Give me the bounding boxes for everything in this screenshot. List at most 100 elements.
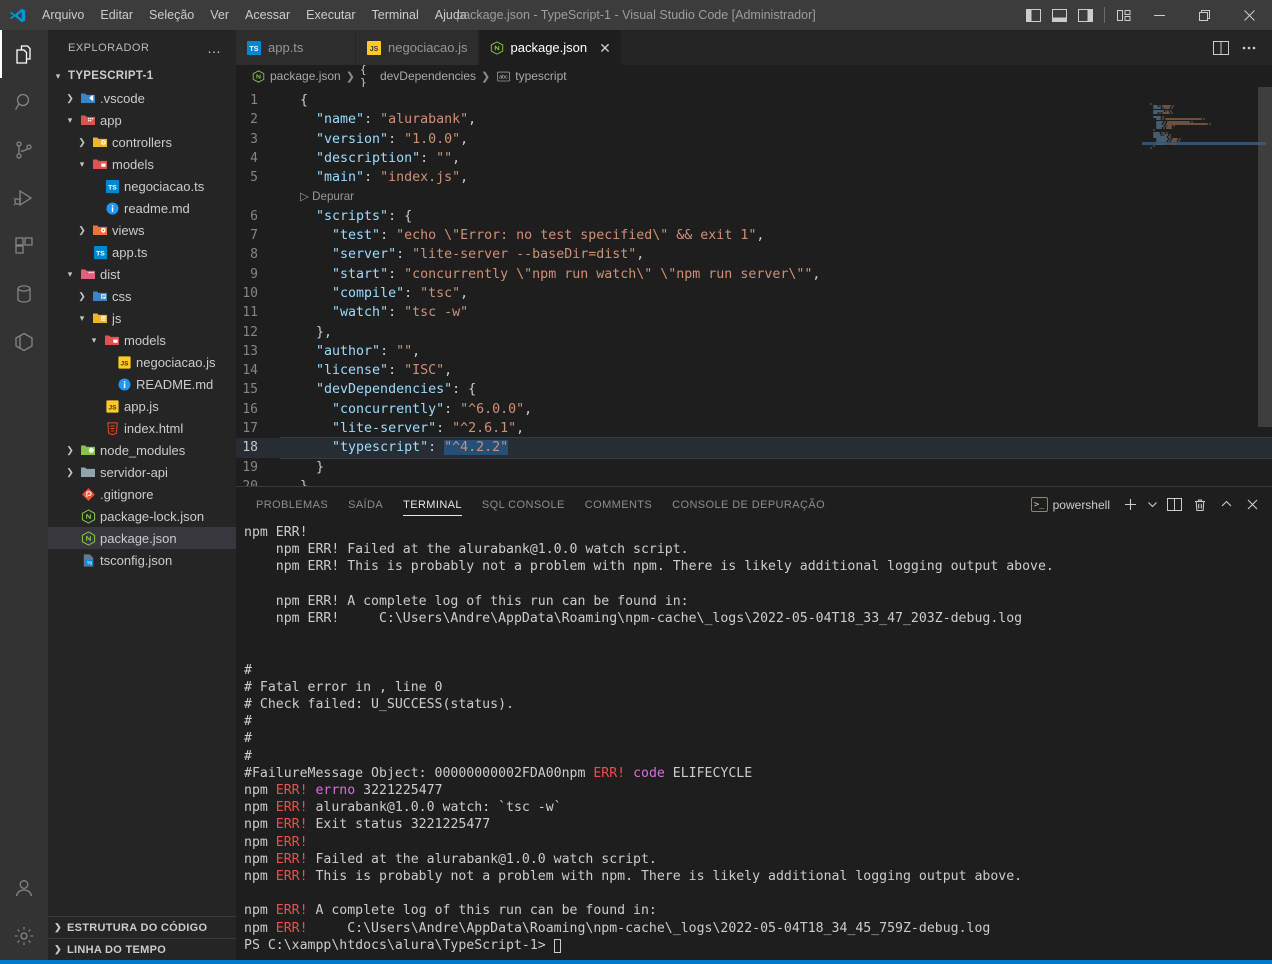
split-editor-icon[interactable] — [1208, 30, 1234, 65]
activity-database-icon[interactable] — [0, 270, 48, 318]
tree-item-js[interactable]: ▾ JS js — [48, 307, 236, 329]
activity-docker-icon[interactable] — [0, 318, 48, 366]
tab-package-json[interactable]: package.json ✕ — [478, 30, 622, 65]
menu-item-ver[interactable]: Ver — [202, 4, 237, 26]
code-line[interactable]: 6 "scripts": { — [236, 207, 1272, 226]
new-terminal-button[interactable] — [1118, 493, 1142, 517]
breadcrumb-item-devdependencies[interactable]: { } devDependencies — [360, 63, 476, 89]
tab-close-icon[interactable]: ✕ — [599, 41, 611, 55]
editor-vertical-scrollbar[interactable] — [1258, 87, 1272, 486]
menu-item-ajuda[interactable]: Ajuda — [427, 4, 475, 26]
activity-run-debug-icon[interactable] — [0, 174, 48, 222]
code-line[interactable]: 20} — [236, 477, 1272, 486]
panel-tab-comments[interactable]: COMMENTS — [585, 491, 652, 518]
tree-root-folder[interactable]: ▾ TYPESCRIPT-1 — [48, 65, 236, 87]
toggle-secondary-sidebar-icon[interactable] — [1072, 0, 1098, 30]
maximize-panel-button[interactable] — [1214, 493, 1238, 517]
maximize-button[interactable] — [1182, 0, 1227, 30]
panel-tab-problemas[interactable]: PROBLEMAS — [256, 491, 328, 518]
explorer-more-actions-icon[interactable]: … — [207, 40, 228, 56]
toggle-primary-sidebar-icon[interactable] — [1020, 0, 1046, 30]
tree-item-readme-md[interactable]: README.md — [48, 373, 236, 395]
code-line[interactable]: 17 "lite-server": "^2.6.1", — [236, 419, 1272, 438]
activity-account-icon[interactable] — [0, 864, 48, 912]
tree-item--gitignore[interactable]: .gitignore — [48, 483, 236, 505]
activity-explorer-icon[interactable] — [0, 30, 48, 78]
section-estrutura-do-codigo[interactable]: ❯ ESTRUTURA DO CÓDIGO — [48, 916, 236, 938]
menu-item-terminal[interactable]: Terminal — [364, 4, 427, 26]
code-line[interactable]: 15 "devDependencies": { — [236, 380, 1272, 399]
panel-tab-console-de-depuracao[interactable]: CONSOLE DE DEPURAÇÃO — [672, 491, 825, 518]
code-editor[interactable]: 1{2 "name": "alurabank", 3 "version": "1.… — [236, 87, 1272, 486]
panel-tab-sql-console[interactable]: SQL CONSOLE — [482, 491, 565, 518]
tree-item-servidor-api[interactable]: ❯ servidor-api — [48, 461, 236, 483]
close-button[interactable] — [1227, 0, 1272, 30]
tree-item-css[interactable]: ❯ css — [48, 285, 236, 307]
tree-item-index-html[interactable]: index.html — [48, 417, 236, 439]
code-line[interactable]: 9 "start": "concurrently \"npm run watch… — [236, 265, 1272, 284]
status-bar[interactable] — [0, 960, 1272, 964]
code-line[interactable]: 18 "typescript": "^4.2.2" — [236, 437, 1272, 459]
tree-item-app-ts[interactable]: TS app.ts — [48, 241, 236, 263]
menu-item-editar[interactable]: Editar — [92, 4, 141, 26]
code-line[interactable]: 4 "description": "", — [236, 149, 1272, 168]
tree-item-dist[interactable]: ▾ dist — [48, 263, 236, 285]
customize-layout-icon[interactable] — [1111, 0, 1137, 30]
code-line[interactable]: 3 "version": "1.0.0", — [236, 130, 1272, 149]
terminal-selector[interactable]: >_ powershell — [1025, 497, 1116, 512]
codelens-label[interactable]: ▷ Depurar — [280, 187, 1272, 206]
tree-item-app[interactable]: ▾ app — [48, 109, 236, 131]
code-line[interactable]: 2 "name": "alurabank", — [236, 110, 1272, 129]
menu-item-selecao[interactable]: Seleção — [141, 4, 202, 26]
tree-item-views[interactable]: ❯ views — [48, 219, 236, 241]
code-line[interactable]: 13 "author": "", — [236, 342, 1272, 361]
tree-item-tsconfig-json[interactable]: TS tsconfig.json — [48, 549, 236, 571]
activity-search-icon[interactable] — [0, 78, 48, 126]
tree-item-negociacao-ts[interactable]: TS negociacao.ts — [48, 175, 236, 197]
menu-item-executar[interactable]: Executar — [298, 4, 363, 26]
file-tree[interactable]: ▾ TYPESCRIPT-1 ❯ .vscode ▾ app ❯ controllers ▾… — [48, 65, 236, 916]
activity-extensions-icon[interactable] — [0, 222, 48, 270]
tree-item--vscode[interactable]: ❯ .vscode — [48, 87, 236, 109]
tab-negociacao-js[interactable]: JS negociacao.js — [356, 30, 479, 65]
tree-item-negociacao-js[interactable]: JS negociacao.js — [48, 351, 236, 373]
tree-item-package-lock-json[interactable]: package-lock.json — [48, 505, 236, 527]
code-line[interactable]: 12 }, — [236, 323, 1272, 342]
tree-item-app-js[interactable]: JS app.js — [48, 395, 236, 417]
minimize-button[interactable] — [1137, 0, 1182, 30]
tree-item-models[interactable]: ▾ models — [48, 329, 236, 351]
panel-tab-saida[interactable]: SAÍDA — [348, 491, 383, 518]
code-line[interactable]: 8 "server": "lite-server --baseDir=dist"… — [236, 245, 1272, 264]
breadcrumb-item-file[interactable]: package.json — [250, 69, 341, 83]
tree-item-readme-md[interactable]: readme.md — [48, 197, 236, 219]
code-line[interactable]: 7 "test": "echo \"Error: no test specifi… — [236, 226, 1272, 245]
codelens-depurar[interactable]: ▷ Depurar — [236, 187, 1272, 206]
code-line[interactable]: 19 } — [236, 458, 1272, 477]
toggle-panel-icon[interactable] — [1046, 0, 1072, 30]
minimap[interactable] — [1142, 87, 1266, 486]
code-line[interactable]: 1{ — [236, 91, 1272, 110]
terminal-output[interactable]: npm ERR! npm ERR! Failed at the aluraban… — [236, 522, 1272, 960]
close-panel-button[interactable] — [1240, 493, 1264, 517]
trash-icon[interactable] — [1188, 493, 1212, 517]
code-line[interactable]: 10 "compile": "tsc", — [236, 284, 1272, 303]
tree-item-package-json[interactable]: package.json — [48, 527, 236, 549]
code-line[interactable]: 14 "license": "ISC", — [236, 361, 1272, 380]
code-line[interactable]: 5 "main": "index.js", — [236, 168, 1272, 187]
tree-item-models[interactable]: ▾ models — [48, 153, 236, 175]
chevron-down-icon[interactable] — [1144, 493, 1160, 517]
section-linha-do-tempo[interactable]: ❯ LINHA DO TEMPO — [48, 938, 236, 960]
code-line[interactable]: 16 "concurrently": "^6.0.0", — [236, 400, 1272, 419]
more-actions-icon[interactable] — [1236, 30, 1262, 65]
tree-item-controllers[interactable]: ❯ controllers — [48, 131, 236, 153]
activity-source-control-icon[interactable] — [0, 126, 48, 174]
split-terminal-button[interactable] — [1162, 493, 1186, 517]
breadcrumb-item-typescript[interactable]: abc typescript — [495, 69, 567, 83]
tab-app-ts[interactable]: TS app.ts — [236, 30, 356, 65]
tree-item-node-modules[interactable]: ❯ node_modules — [48, 439, 236, 461]
activity-manage-gear-icon[interactable] — [0, 912, 48, 960]
code-line[interactable]: 11 "watch": "tsc -w" — [236, 303, 1272, 322]
panel-tab-terminal[interactable]: TERMINAL — [403, 491, 462, 518]
menu-item-acessar[interactable]: Acessar — [237, 4, 298, 26]
menu-item-arquivo[interactable]: Arquivo — [34, 4, 92, 26]
